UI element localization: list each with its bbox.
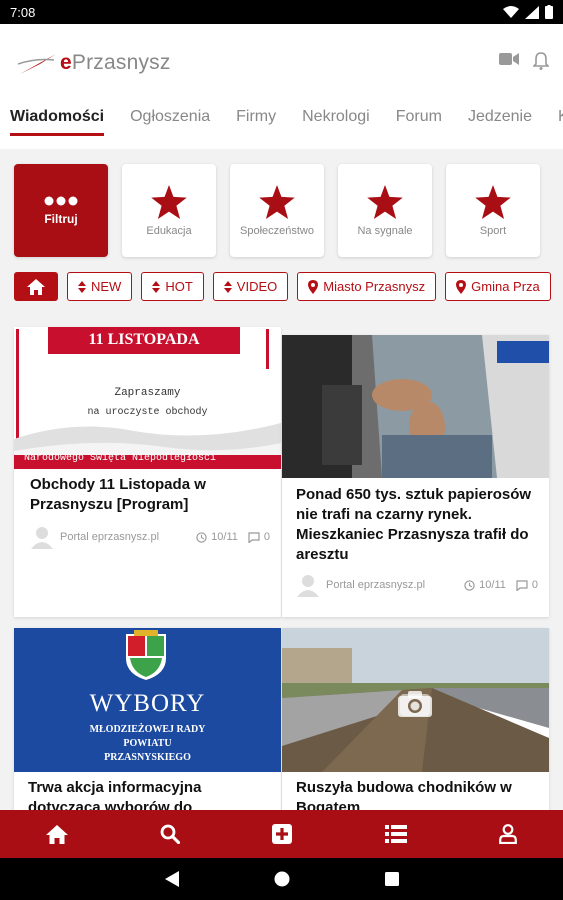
category-edukacja[interactable]: Edukacja xyxy=(122,164,216,257)
chip-label: Miasto Przasnysz xyxy=(323,279,426,294)
election-sub-1: MŁODZIEŻOWEJ RADY xyxy=(89,724,206,735)
poster-line-1: Zapraszamy xyxy=(114,387,181,399)
category-tiles: Filtruj Edukacja Społeczeństwo Na sygnal… xyxy=(14,164,540,257)
app-header: ePrzasnysz Wiadomości Ogłoszenia Firmy N… xyxy=(0,24,563,149)
sort-icon xyxy=(78,280,86,293)
article-date: 10/11 xyxy=(464,579,506,591)
comment-icon xyxy=(516,579,528,591)
filter-chips: NEW HOT VIDEO Miasto Przasnysz Gmina Prz… xyxy=(14,272,551,301)
category-label: Społeczeństwo xyxy=(240,224,314,237)
sort-icon xyxy=(223,280,232,293)
chip-label: Gmina Prza xyxy=(471,279,540,294)
article-title[interactable]: Obchody 11 Listopada w Przasnyszu [Progr… xyxy=(30,475,250,515)
tab-forum[interactable]: Forum xyxy=(383,102,455,136)
article-comments: 0 xyxy=(248,531,270,543)
video-filter-button[interactable]: VIDEO xyxy=(212,272,289,301)
sort-icon xyxy=(152,280,161,293)
tab-wiadomosci[interactable]: Wiadomości xyxy=(0,102,117,136)
article-card[interactable]: 11 LISTOPADA Zapraszamy na uroczyste obc… xyxy=(14,327,281,617)
category-spoleczenstwo[interactable]: Społeczeństwo xyxy=(230,164,324,257)
search-icon[interactable] xyxy=(160,824,181,844)
user-profile-icon[interactable] xyxy=(498,824,517,844)
election-sub-2: POWIATU xyxy=(123,738,172,749)
tab-nekrologi[interactable]: Nekrologi xyxy=(289,102,383,136)
article-card[interactable]: Ponad 650 tys. sztuk papierosów nie traf… xyxy=(282,335,549,617)
logo-swoosh-icon xyxy=(18,54,56,74)
article-card[interactable]: WYBORY MŁODZIEŻOWEJ RADY POWIATU PRZASNY… xyxy=(14,628,281,836)
poster-line-3: Narodowego Święta Niepodległości xyxy=(24,453,217,464)
poster-banner: 11 LISTOPADA xyxy=(88,331,200,348)
city-filter-button[interactable]: Miasto Przasnysz xyxy=(297,272,437,301)
status-bar: 7:08 xyxy=(0,0,563,24)
article-card[interactable]: Ruszyła budowa chodników w Bogatem xyxy=(282,628,549,818)
hot-filter-button[interactable]: HOT xyxy=(141,272,204,301)
chip-label: HOT xyxy=(165,279,193,294)
article-image: WYBORY MŁODZIEŻOWEJ RADY POWIATU PRZASNY… xyxy=(14,628,281,772)
avatar-icon xyxy=(297,575,319,597)
category-label: Na sygnale xyxy=(357,224,413,237)
home-icon xyxy=(27,278,45,295)
home-circle-icon[interactable] xyxy=(274,871,290,887)
tab-ka[interactable]: Ka xyxy=(545,102,563,136)
category-filter[interactable]: Filtruj xyxy=(14,164,108,257)
chip-label: VIDEO xyxy=(236,279,278,294)
article-author: Portal eprzasnysz.pl xyxy=(60,531,160,543)
wifi-icon xyxy=(503,5,519,18)
article-title[interactable]: Ponad 650 tys. sztuk papierosów nie traf… xyxy=(296,485,541,565)
recents-icon[interactable] xyxy=(384,872,399,886)
clock-icon xyxy=(464,579,475,591)
category-label: Edukacja xyxy=(146,224,192,237)
article-image: 11 LISTOPADA Zapraszamy na uroczyste obc… xyxy=(14,327,281,469)
logo-text: ePrzasnysz xyxy=(60,51,171,74)
section-tabs: Wiadomości Ogłoszenia Firmy Nekrologi Fo… xyxy=(0,102,563,136)
camera-icon xyxy=(398,691,432,717)
article-author: Portal eprzasnysz.pl xyxy=(326,579,426,591)
clock-icon xyxy=(196,531,207,543)
map-pin-icon xyxy=(456,279,467,294)
tab-jedzenie[interactable]: Jedzenie xyxy=(455,102,545,136)
app-logo[interactable]: ePrzasnysz xyxy=(18,50,171,76)
article-meta: Portal eprzasnysz.pl 10/11 0 xyxy=(296,573,538,597)
chip-label: NEW xyxy=(91,279,122,294)
map-pin-icon xyxy=(308,279,319,294)
tab-firmy[interactable]: Firmy xyxy=(223,102,289,136)
status-time: 7:08 xyxy=(10,4,36,20)
category-label: Sport xyxy=(479,224,507,237)
category-na-sygnale[interactable]: Na sygnale xyxy=(338,164,432,257)
comment-icon xyxy=(248,531,260,543)
battery-icon xyxy=(545,5,553,19)
star-icon xyxy=(151,184,187,219)
election-heading: WYBORY xyxy=(89,690,206,717)
new-filter-button[interactable]: NEW xyxy=(67,272,133,301)
arrest-photo-image xyxy=(282,335,549,478)
home-icon[interactable] xyxy=(46,824,69,844)
system-navigation-bar xyxy=(0,858,563,900)
star-icon xyxy=(259,184,295,219)
bottom-navigation xyxy=(0,810,563,858)
system-indicators xyxy=(503,5,553,19)
category-label: Filtruj xyxy=(44,211,78,226)
dots-icon xyxy=(44,196,78,205)
header-actions xyxy=(499,52,549,70)
tab-ogloszenia[interactable]: Ogłoszenia xyxy=(117,102,223,136)
home-filter-button[interactable] xyxy=(14,272,58,301)
article-image xyxy=(282,628,549,772)
add-post-icon[interactable] xyxy=(272,824,293,844)
poster-line-2: na uroczyste obchody xyxy=(87,407,208,418)
star-icon xyxy=(475,184,511,219)
article-date: 10/11 xyxy=(196,531,238,543)
article-meta: Portal eprzasnysz.pl 10/11 0 xyxy=(30,525,270,549)
video-camera-icon[interactable] xyxy=(499,52,519,66)
avatar-icon xyxy=(31,527,53,549)
election-sub-3: PRZASNYSKIEGO xyxy=(104,752,191,763)
gmina-filter-button[interactable]: Gmina Prza xyxy=(445,272,551,301)
list-icon[interactable] xyxy=(384,825,407,843)
back-icon[interactable] xyxy=(164,871,179,887)
notification-bell-icon[interactable] xyxy=(533,52,549,70)
article-comments: 0 xyxy=(516,579,538,591)
category-sport[interactable]: Sport xyxy=(446,164,540,257)
signal-icon xyxy=(525,5,539,19)
star-icon xyxy=(367,184,403,219)
article-image xyxy=(282,335,549,478)
